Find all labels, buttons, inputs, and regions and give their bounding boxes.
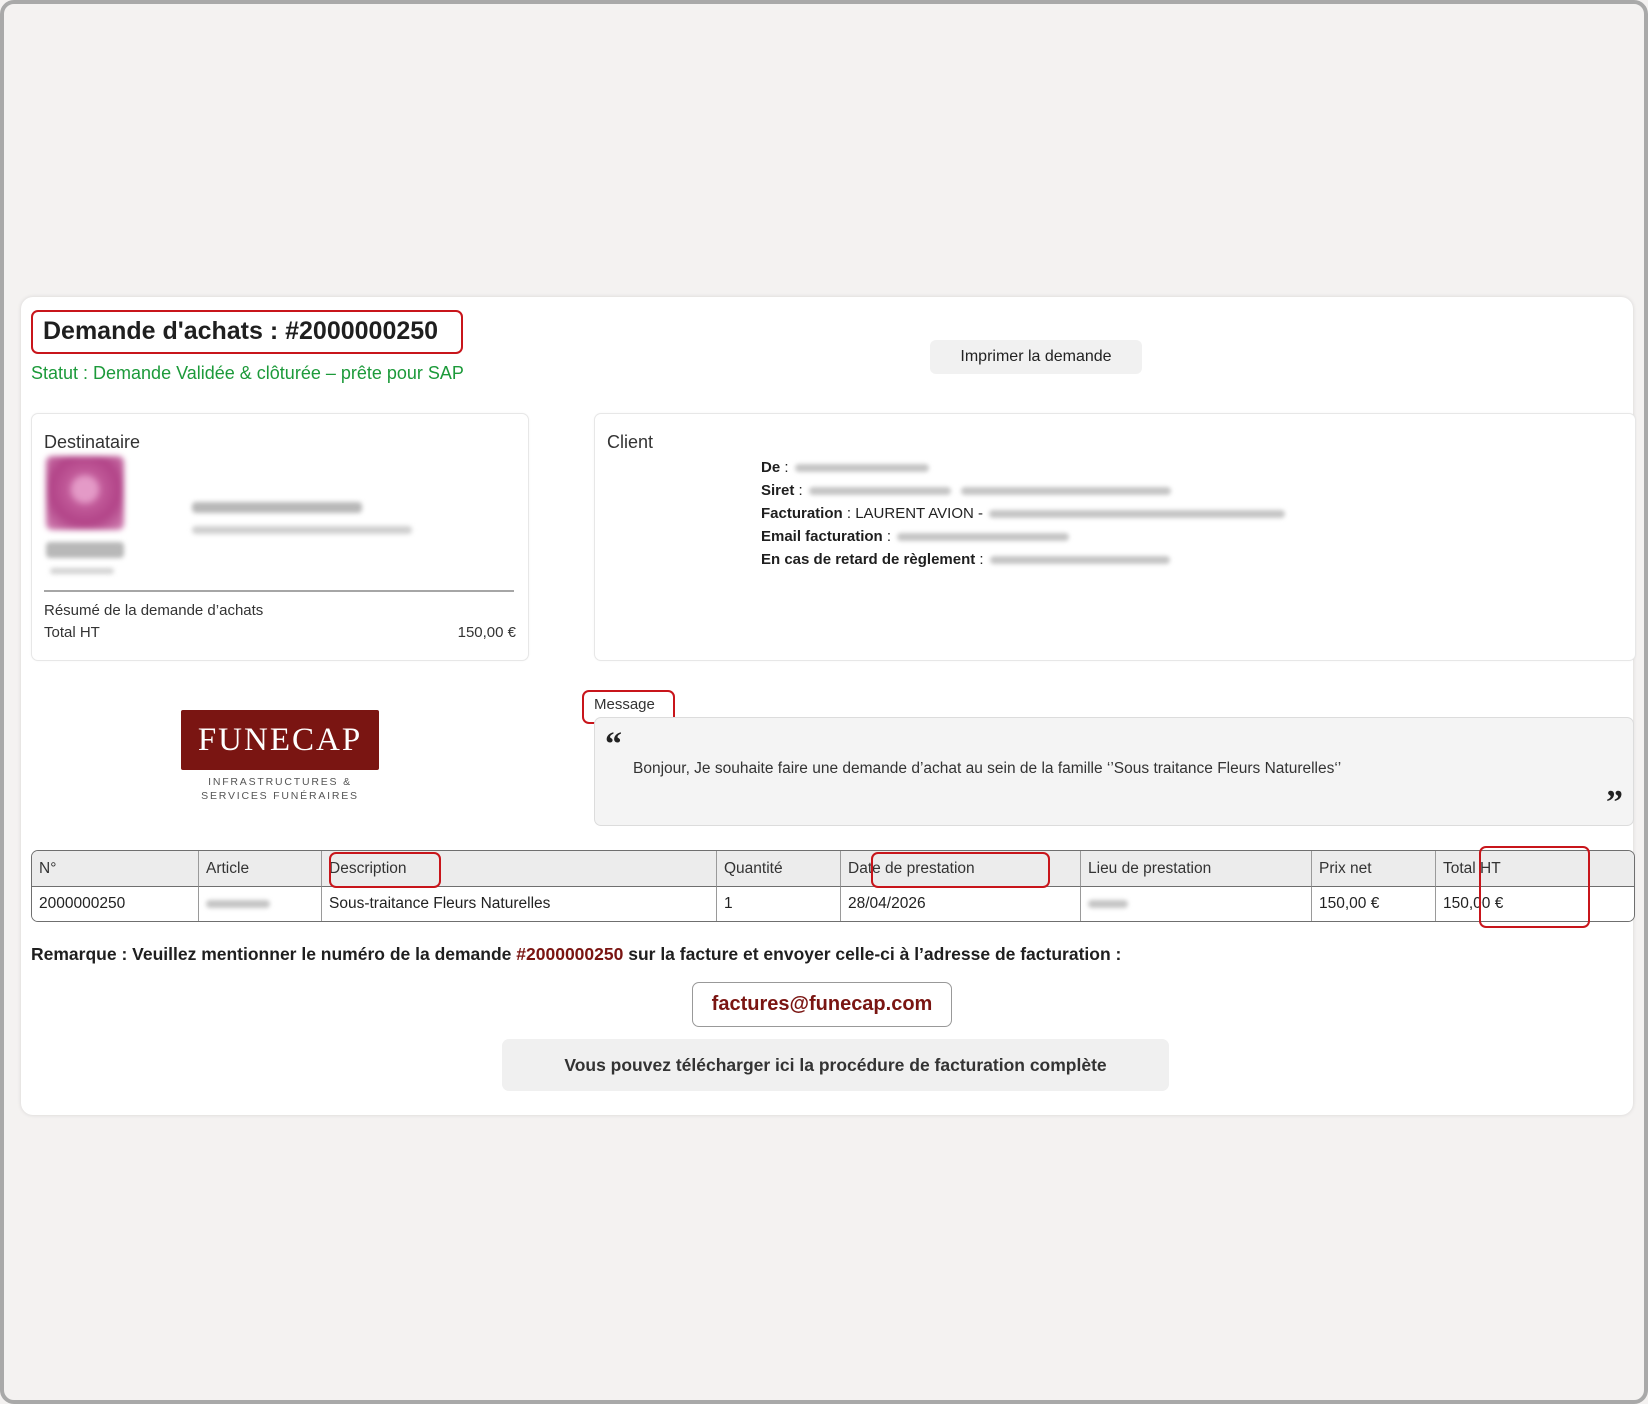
col-header-numero: N°: [32, 851, 199, 887]
client-retard-label: En cas de retard de règlement: [761, 551, 976, 568]
col-header-quantite: Quantité: [717, 851, 841, 887]
cell-lieu: [1081, 887, 1312, 921]
logo-tagline-line-1: INFRASTRUCTURES &: [208, 776, 352, 788]
print-request-button[interactable]: Imprimer la demande: [930, 340, 1142, 374]
recipient-heading: Destinataire: [44, 432, 141, 452]
message-label: Message: [594, 696, 655, 713]
message-panel: “ Bonjour, Je souhaite faire une demande…: [594, 717, 1634, 826]
client-heading: Client: [607, 432, 654, 452]
client-email-label: Email facturation: [761, 528, 883, 545]
cell-quantite: 1: [717, 887, 841, 921]
recipient-logo-text-blurred: [46, 542, 124, 558]
client-siret-row: Siret :: [761, 479, 1285, 502]
client-siret-value-blurred: [808, 486, 951, 495]
page-title: Demande d'achats : #2000000250: [43, 317, 439, 345]
total-ht-value: 150,00 €: [457, 624, 516, 641]
funecap-logo: FUNECAP: [181, 710, 379, 770]
remark-prefix: Remarque : Veuillez mentionner le numéro…: [31, 944, 512, 964]
total-ht-label: Total HT: [44, 624, 100, 641]
lieu-blurred: [1088, 900, 1128, 908]
billing-email-link[interactable]: factures@funecap.com: [692, 982, 952, 1027]
col-header-article: Article: [199, 851, 322, 887]
date-highlight: [871, 852, 1050, 888]
description-highlight: [329, 852, 441, 888]
recipient-logo-blurred: [46, 456, 124, 530]
remark-text: Remarque : Veuillez mentionner le numéro…: [31, 944, 1121, 965]
recipient-address-blurred: [192, 526, 412, 534]
table-row: 2000000250 Sous-traitance Fleurs Naturel…: [32, 887, 1634, 921]
cell-article: [199, 887, 322, 921]
client-retard-value-blurred: [989, 555, 1170, 564]
col-header-prix: Prix net: [1312, 851, 1436, 887]
col-header-lieu: Lieu de prestation: [1081, 851, 1312, 887]
cell-date: 28/04/2026: [841, 887, 1081, 921]
recipient-divider: [44, 590, 514, 592]
logo-tagline-line-2: SERVICES FUNÉRAIRES: [201, 790, 359, 802]
total-ht-highlight: [1479, 846, 1590, 928]
client-siret-extra-blurred: [960, 486, 1171, 495]
funecap-logo-tagline: INFRASTRUCTURES & SERVICES FUNÉRAIRES: [161, 775, 399, 803]
client-email-value-blurred: [897, 532, 1070, 541]
client-facturation-row: Facturation : LAURENT AVION -: [761, 502, 1286, 525]
cell-prix-net: 150,00 €: [1312, 887, 1436, 921]
items-table: N° Article Description Quantité Date de …: [31, 850, 1635, 922]
client-facturation-label: Facturation: [761, 505, 843, 522]
summary-label: Résumé de la demande d’achats: [44, 602, 264, 619]
client-de-label: De: [761, 459, 781, 476]
client-retard-row: En cas de retard de règlement :: [761, 548, 1285, 571]
client-details: De : Siret : Facturation : LAURENT AVION…: [761, 456, 1286, 571]
remark-suffix: sur la facture et envoyer celle-ci à l’a…: [628, 944, 1122, 964]
status-text: Statut : Demande Validée & clôturée – pr…: [31, 363, 464, 383]
cell-numero: 2000000250: [32, 887, 199, 921]
client-facturation-address-blurred: [989, 509, 1286, 518]
client-de-row: De :: [761, 456, 1285, 479]
client-de-value-blurred: [794, 463, 929, 472]
client-panel: Client De : Siret : Facturation : LAUREN…: [594, 413, 1636, 661]
client-facturation-value: LAURENT AVION: [855, 505, 974, 522]
screenshot-frame: Demande d'achats : #2000000250 Statut : …: [0, 0, 1648, 1404]
message-text: Bonjour, Je souhaite faire une demande d…: [633, 760, 1342, 777]
close-quote-icon: ”: [1606, 784, 1623, 821]
download-procedure-button[interactable]: Vous pouvez télécharger ici la procédure…: [502, 1039, 1169, 1091]
open-quote-icon: “: [605, 726, 622, 763]
recipient-panel: Destinataire Résumé de la demande d’acha…: [31, 413, 529, 661]
client-email-row: Email facturation :: [761, 525, 1285, 548]
recipient-logo-sub-blurred: [50, 568, 114, 574]
client-siret-label: Siret: [761, 482, 795, 499]
recipient-name-blurred: [192, 502, 362, 513]
article-blurred: [206, 900, 270, 908]
remark-request-number: #2000000250: [516, 944, 624, 964]
table-header-row: N° Article Description Quantité Date de …: [32, 851, 1634, 887]
cell-description: Sous-traitance Fleurs Naturelles: [322, 887, 717, 921]
purchase-request-card: Demande d'achats : #2000000250 Statut : …: [21, 297, 1636, 1115]
